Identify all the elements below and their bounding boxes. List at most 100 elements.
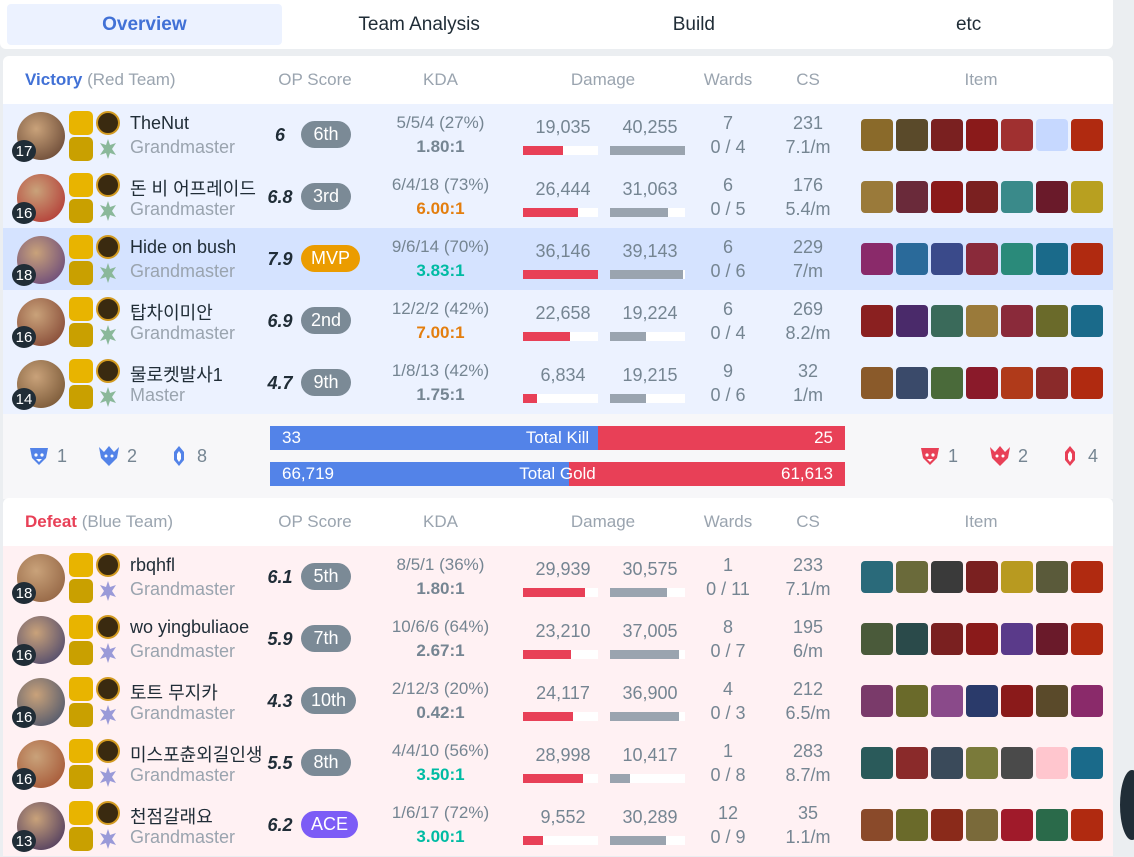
item-slot[interactable] [966,367,998,399]
item-slot[interactable] [1071,623,1103,655]
tab-etc[interactable]: etc [831,4,1106,45]
item-slot[interactable] [1001,685,1033,717]
secondary-rune-icon[interactable] [96,385,120,409]
summoner-spell-icon[interactable] [69,297,93,321]
item-slot[interactable] [931,119,963,151]
player-name[interactable]: 천점갈래요 [130,803,213,829]
summoner-spell-icon[interactable] [69,801,93,825]
item-slot[interactable] [861,623,893,655]
item-slot[interactable] [1036,561,1068,593]
player-name[interactable]: 미스포츈외길인생 [130,741,262,767]
item-slot[interactable] [861,243,893,275]
summoner-spell-icon[interactable] [69,261,93,285]
item-slot[interactable] [1036,243,1068,275]
keystone-rune-icon[interactable] [96,801,120,825]
item-slot[interactable] [1036,181,1068,213]
item-slot[interactable] [1071,305,1103,337]
player-row[interactable]: 16 탑차이미안 Grandmaster 6.9 2nd 12/2/2 (42%… [3,290,1113,352]
summoner-spell-icon[interactable] [69,579,93,603]
item-slot[interactable] [861,747,893,779]
item-slot[interactable] [861,305,893,337]
item-slot[interactable] [1036,685,1068,717]
keystone-rune-icon[interactable] [96,615,120,639]
summoner-spell-icon[interactable] [69,385,93,409]
item-slot[interactable] [896,747,928,779]
item-slot[interactable] [896,119,928,151]
summoner-spell-icon[interactable] [69,739,93,763]
item-slot[interactable] [861,367,893,399]
item-slot[interactable] [966,243,998,275]
item-slot[interactable] [1036,305,1068,337]
item-slot[interactable] [931,561,963,593]
player-row[interactable]: 16 토트 무지카 Grandmaster 4.3 10th 2/12/3 (2… [3,670,1113,732]
summoner-spell-icon[interactable] [69,235,93,259]
item-slot[interactable] [1036,367,1068,399]
item-slot[interactable] [966,685,998,717]
item-slot[interactable] [861,685,893,717]
item-slot[interactable] [931,243,963,275]
secondary-rune-icon[interactable] [96,703,120,727]
summoner-spell-icon[interactable] [69,677,93,701]
item-slot[interactable] [1036,119,1068,151]
item-slot[interactable] [1071,243,1103,275]
tab-overview[interactable]: Overview [7,4,282,45]
summoner-spell-icon[interactable] [69,359,93,383]
summoner-spell-icon[interactable] [69,827,93,851]
secondary-rune-icon[interactable] [96,199,120,223]
secondary-rune-icon[interactable] [96,765,120,789]
item-slot[interactable] [1001,243,1033,275]
item-slot[interactable] [1001,561,1033,593]
item-slot[interactable] [861,809,893,841]
item-slot[interactable] [1071,119,1103,151]
secondary-rune-icon[interactable] [96,579,120,603]
item-slot[interactable] [896,561,928,593]
player-row[interactable]: 17 TheNut Grandmaster 6 6th 5/5/4 (27%) … [3,104,1113,166]
summoner-spell-icon[interactable] [69,199,93,223]
item-slot[interactable] [896,809,928,841]
item-slot[interactable] [1071,747,1103,779]
item-slot[interactable] [1001,119,1033,151]
item-slot[interactable] [1001,181,1033,213]
secondary-rune-icon[interactable] [96,137,120,161]
player-row[interactable]: 18 Hide on bush Grandmaster 7.9 MVP 9/6/… [3,228,1113,290]
player-name[interactable]: wo yingbuliaoe [130,617,249,638]
item-slot[interactable] [966,119,998,151]
item-slot[interactable] [1001,623,1033,655]
item-slot[interactable] [931,623,963,655]
item-slot[interactable] [1036,747,1068,779]
item-slot[interactable] [896,367,928,399]
secondary-rune-icon[interactable] [96,323,120,347]
scroll-handle[interactable] [1120,770,1134,840]
item-slot[interactable] [966,561,998,593]
summoner-spell-icon[interactable] [69,111,93,135]
item-slot[interactable] [966,809,998,841]
item-slot[interactable] [931,685,963,717]
item-slot[interactable] [1036,623,1068,655]
item-slot[interactable] [931,367,963,399]
summoner-spell-icon[interactable] [69,703,93,727]
summoner-spell-icon[interactable] [69,137,93,161]
keystone-rune-icon[interactable] [96,235,120,259]
player-name[interactable]: 물로켓발사1 [130,361,223,387]
item-slot[interactable] [1036,809,1068,841]
summoner-spell-icon[interactable] [69,615,93,639]
item-slot[interactable] [1001,367,1033,399]
secondary-rune-icon[interactable] [96,827,120,851]
item-slot[interactable] [966,623,998,655]
player-row[interactable]: 18 rbqhfl Grandmaster 6.1 5th 8/5/1 (36%… [3,546,1113,608]
player-name[interactable]: Hide on bush [130,237,236,258]
player-row[interactable]: 16 돈 비 어프레이드 Grandmaster 6.8 3rd 6/4/18 … [3,166,1113,228]
item-slot[interactable] [1001,809,1033,841]
summoner-spell-icon[interactable] [69,173,93,197]
item-slot[interactable] [1001,747,1033,779]
item-slot[interactable] [1071,685,1103,717]
item-slot[interactable] [931,747,963,779]
item-slot[interactable] [931,809,963,841]
secondary-rune-icon[interactable] [96,641,120,665]
tab-team-analysis[interactable]: Team Analysis [282,4,557,45]
item-slot[interactable] [896,305,928,337]
summoner-spell-icon[interactable] [69,323,93,347]
item-slot[interactable] [1071,809,1103,841]
summoner-spell-icon[interactable] [69,553,93,577]
item-slot[interactable] [896,623,928,655]
